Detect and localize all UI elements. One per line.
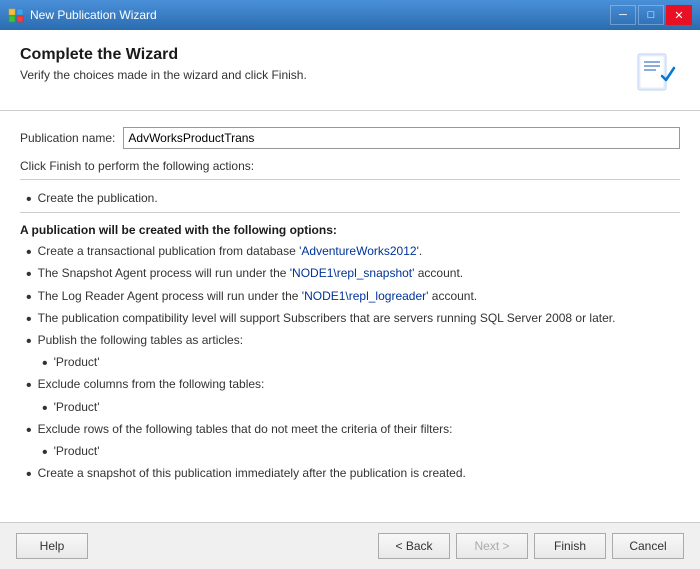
- option-item-5: • Publish the following tables as articl…: [20, 332, 680, 351]
- sub-bullet-dot-2: •: [42, 399, 48, 418]
- option-item-7: • Exclude rows of the following tables t…: [20, 421, 680, 440]
- option-text-1: Create a transactional publication from …: [38, 243, 423, 260]
- close-button[interactable]: ✕: [666, 5, 692, 25]
- click-finish-text: Click Finish to perform the following ac…: [20, 159, 680, 173]
- dialog-header: Complete the Wizard Verify the choices m…: [0, 30, 700, 111]
- option-text-6: Exclude columns from the following table…: [38, 376, 265, 393]
- exclude-row-text-1: 'Product': [54, 443, 100, 460]
- header-text-block: Complete the Wizard Verify the choices m…: [20, 46, 307, 82]
- title-bar: New Publication Wizard ─ □ ✕: [0, 0, 700, 30]
- bullet-dot-o4: •: [26, 310, 32, 329]
- header-icon-area: [628, 46, 680, 98]
- option-item-2: • The Snapshot Agent process will run un…: [20, 265, 680, 284]
- next-button[interactable]: Next >: [456, 533, 528, 559]
- bullet-dot-o2: •: [26, 265, 32, 284]
- option-item-8: • Create a snapshot of this publication …: [20, 465, 680, 484]
- option-text-5: Publish the following tables as articles…: [38, 332, 243, 349]
- dialog-footer: Help < Back Next > Finish Cancel: [0, 522, 700, 569]
- pub-name-row: Publication name:: [20, 127, 680, 149]
- action-text-1: Create the publication.: [38, 190, 158, 207]
- option-item-6: • Exclude columns from the following tab…: [20, 376, 680, 395]
- sub-bullet-dot-1: •: [42, 354, 48, 373]
- dialog: Complete the Wizard Verify the choices m…: [0, 30, 700, 569]
- pub-name-label: Publication name:: [20, 131, 115, 145]
- option-text-2: The Snapshot Agent process will run unde…: [38, 265, 464, 282]
- exclude-col-text-1: 'Product': [54, 399, 100, 416]
- wizard-icon: [630, 48, 678, 96]
- wizard-title: Complete the Wizard: [20, 46, 307, 64]
- bullet-dot-o6: •: [26, 376, 32, 395]
- exclude-row-table-1: • 'Product': [20, 443, 680, 462]
- footer-right: < Back Next > Finish Cancel: [378, 533, 684, 559]
- back-button[interactable]: < Back: [378, 533, 450, 559]
- finish-button[interactable]: Finish: [534, 533, 606, 559]
- window-controls: ─ □ ✕: [610, 5, 692, 25]
- cancel-button[interactable]: Cancel: [612, 533, 684, 559]
- option-text-4: The publication compatibility level will…: [38, 310, 616, 327]
- exclude-col-table-1: • 'Product': [20, 399, 680, 418]
- bullet-dot-o1: •: [26, 243, 32, 262]
- bullet-dot: •: [26, 190, 32, 209]
- sub-bullet-dot-3: •: [42, 443, 48, 462]
- publish-table-1: • 'Product': [20, 354, 680, 373]
- bullet-dot-o7: •: [26, 421, 32, 440]
- wizard-subtitle: Verify the choices made in the wizard an…: [20, 68, 307, 82]
- options-title: A publication will be created with the f…: [20, 223, 680, 237]
- bullet-dot-o3: •: [26, 288, 32, 307]
- bullet-dot-o8: •: [26, 465, 32, 484]
- section-divider-1: [20, 179, 680, 180]
- dialog-body: Publication name: Click Finish to perfor…: [0, 111, 700, 522]
- help-button[interactable]: Help: [16, 533, 88, 559]
- bullet-dot-o5: •: [26, 332, 32, 351]
- maximize-button[interactable]: □: [638, 5, 664, 25]
- minimize-button[interactable]: ─: [610, 5, 636, 25]
- option-item-3: • The Log Reader Agent process will run …: [20, 288, 680, 307]
- window-title: New Publication Wizard: [30, 8, 157, 22]
- publish-table-text-1: 'Product': [54, 354, 100, 371]
- section-divider-2: [20, 212, 680, 213]
- option-item-4: • The publication compatibility level wi…: [20, 310, 680, 329]
- option-text-3: The Log Reader Agent process will run un…: [38, 288, 478, 305]
- option-text-8: Create a snapshot of this publication im…: [38, 465, 466, 482]
- footer-left: Help: [16, 533, 88, 559]
- action-item-1: • Create the publication.: [20, 190, 680, 209]
- pub-name-input[interactable]: [123, 127, 680, 149]
- option-text-7: Exclude rows of the following tables tha…: [38, 421, 453, 438]
- app-icon: [8, 7, 24, 23]
- option-item-1: • Create a transactional publication fro…: [20, 243, 680, 262]
